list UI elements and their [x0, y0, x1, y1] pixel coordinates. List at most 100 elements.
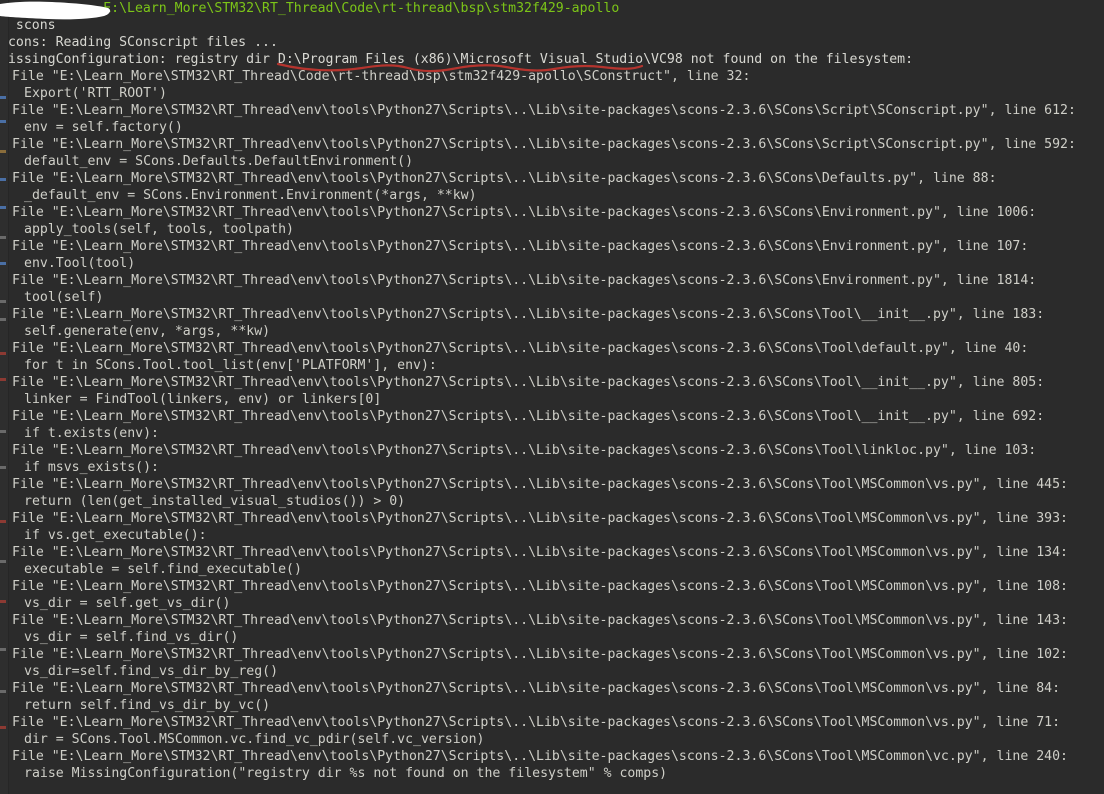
- traceback-file-text: File "E:\Learn_More\STM32\RT_Thread\env\…: [12, 579, 1068, 594]
- traceback-code-text: _default_env = SCons.Environment.Environ…: [24, 188, 477, 203]
- terminal-output-area[interactable]: E:\Learn_More\STM32\RT_Thread\Code\rt-th…: [0, 0, 1104, 794]
- traceback-code-text: return self.find_vs_dir_by_vc(): [24, 698, 270, 713]
- traceback-code-line: executable = self.find_executable(): [0, 561, 1104, 578]
- traceback-file-text: File "E:\Learn_More\STM32\RT_Thread\env\…: [12, 477, 1068, 492]
- cwd-path-text: E:\Learn_More\STM32\RT_Thread\Code\rt-th…: [103, 1, 619, 16]
- traceback-code-text: self.generate(env, *args, **kw): [24, 324, 270, 339]
- traceback-code-text: executable = self.find_executable(): [24, 562, 302, 577]
- gutter-marker-tick: [0, 726, 6, 729]
- traceback-code-line: _default_env = SCons.Environment.Environ…: [0, 187, 1104, 204]
- traceback-file-text: File "E:\Learn_More\STM32\RT_Thread\env\…: [12, 409, 1044, 424]
- missing-configuration-error-line: MissingConfiguration: registry dir D:\Pr…: [0, 51, 1104, 68]
- gutter-marker-tick: [0, 150, 6, 153]
- traceback-code-line: if msvs_exists():: [0, 459, 1104, 476]
- gutter-marker-tick: [0, 300, 6, 303]
- traceback-file-line: File "E:\Learn_More\STM32\RT_Thread\env\…: [0, 544, 1104, 561]
- traceback-file-text: File "E:\Learn_More\STM32\RT_Thread\env\…: [12, 341, 1028, 356]
- gutter-marker-tick: [0, 352, 6, 355]
- traceback-file-text: File "E:\Learn_More\STM32\RT_Thread\env\…: [12, 273, 1036, 288]
- gutter-marker-tick: [0, 236, 6, 239]
- terminal-window[interactable]: E:\Learn_More\STM32\RT_Thread\Code\rt-th…: [0, 0, 1104, 794]
- traceback-code-line: tool(self): [0, 289, 1104, 306]
- traceback-file-text: File "E:\Learn_More\STM32\RT_Thread\env\…: [12, 443, 1036, 458]
- traceback-file-line: File "E:\Learn_More\STM32\RT_Thread\env\…: [0, 442, 1104, 459]
- gutter-marker-tick: [0, 648, 6, 651]
- traceback-code-line: return (len(get_installed_visual_studios…: [0, 493, 1104, 510]
- traceback-file-line: File "E:\Learn_More\STM32\RT_Thread\env\…: [0, 374, 1104, 391]
- gutter-marker-tick: [0, 378, 6, 381]
- traceback-code-line: for t in SCons.Tool.tool_list(env['PLATF…: [0, 357, 1104, 374]
- traceback-code-text: vs_dir=self.find_vs_dir_by_reg(): [24, 664, 278, 679]
- traceback-code-text: return (len(get_installed_visual_studios…: [24, 494, 405, 509]
- traceback-file-line: File "E:\Learn_More\STM32\RT_Thread\env\…: [0, 306, 1104, 323]
- gutter-marker-tick: [0, 178, 6, 181]
- traceback-file-text: File "E:\Learn_More\STM32\RT_Thread\env\…: [12, 613, 1068, 628]
- marker-gutter[interactable]: [0, 0, 9, 794]
- traceback-code-line: env.Tool(tool): [0, 255, 1104, 272]
- traceback-code-line: vs_dir = self.get_vs_dir(): [0, 595, 1104, 612]
- traceback-file-line: File "E:\Learn_More\STM32\RT_Thread\env\…: [0, 612, 1104, 629]
- traceback-file-text: File "E:\Learn_More\STM32\RT_Thread\env\…: [12, 511, 1068, 526]
- traceback-code-text: if msvs_exists():: [24, 460, 159, 475]
- traceback-code-line: vs_dir = self.find_vs_dir(): [0, 629, 1104, 646]
- traceback-file-line: File "E:\Learn_More\STM32\RT_Thread\env\…: [0, 748, 1104, 765]
- traceback-code-text: linker = FindTool(linkers, env) or linke…: [24, 392, 381, 407]
- traceback-code-text: vs_dir = self.get_vs_dir(): [24, 596, 230, 611]
- traceback-code-line: env = self.factory(): [0, 119, 1104, 136]
- gutter-marker-tick: [0, 520, 6, 523]
- traceback-file-text: File "E:\Learn_More\STM32\RT_Thread\env\…: [12, 239, 1028, 254]
- traceback-code-text: dir = SCons.Tool.MSCommon.vc.find_vc_pdi…: [24, 732, 485, 747]
- traceback-file-text: File "E:\Learn_More\STM32\RT_Thread\Code…: [12, 69, 750, 84]
- traceback-code-text: if vs.get_executable():: [24, 528, 207, 543]
- traceback-file-text: File "E:\Learn_More\STM32\RT_Thread\env\…: [12, 171, 997, 186]
- traceback-code-text: raise MissingConfiguration("registry dir…: [24, 766, 667, 781]
- traceback-code-line: Export('RTT_ROOT'): [0, 85, 1104, 102]
- traceback-code-text: apply_tools(self, tools, toolpath): [24, 222, 294, 237]
- traceback-code-text: env.Tool(tool): [24, 256, 135, 271]
- traceback-file-line: File "E:\Learn_More\STM32\RT_Thread\env\…: [0, 340, 1104, 357]
- command-text: scons: [16, 18, 56, 33]
- traceback-code-line: vs_dir=self.find_vs_dir_by_reg(): [0, 663, 1104, 680]
- prompt-prefix-redacted: [0, 1, 103, 16]
- traceback-file-text: File "E:\Learn_More\STM32\RT_Thread\env\…: [12, 137, 1076, 152]
- gutter-marker-tick: [0, 560, 6, 563]
- traceback-code-line: if t.exists(env):: [0, 425, 1104, 442]
- traceback-file-line: File "E:\Learn_More\STM32\RT_Thread\env\…: [0, 170, 1104, 187]
- traceback-code-line: return self.find_vs_dir_by_vc(): [0, 697, 1104, 714]
- traceback-file-line: File "E:\Learn_More\STM32\RT_Thread\env\…: [0, 578, 1104, 595]
- traceback-code-text: for t in SCons.Tool.tool_list(env['PLATF…: [24, 358, 437, 373]
- traceback-file-text: File "E:\Learn_More\STM32\RT_Thread\env\…: [12, 307, 1044, 322]
- gutter-marker-tick: [0, 262, 6, 265]
- traceback-file-text: File "E:\Learn_More\STM32\RT_Thread\env\…: [12, 103, 1076, 118]
- traceback-file-line: File "E:\Learn_More\STM32\RT_Thread\env\…: [0, 510, 1104, 527]
- traceback-file-line: File "E:\Learn_More\STM32\RT_Thread\env\…: [0, 136, 1104, 153]
- traceback-code-line: apply_tools(self, tools, toolpath): [0, 221, 1104, 238]
- command-prompt-line: > scons: [0, 17, 1104, 34]
- traceback-file-text: File "E:\Learn_More\STM32\RT_Thread\env\…: [12, 375, 1044, 390]
- traceback-file-text: File "E:\Learn_More\STM32\RT_Thread\env\…: [12, 681, 1060, 696]
- traceback-code-text: if t.exists(env):: [24, 426, 159, 441]
- scons-status-line: scons: Reading SConscript files ...: [0, 34, 1104, 51]
- traceback-file-line: File "E:\Learn_More\STM32\RT_Thread\env\…: [0, 408, 1104, 425]
- traceback-file-line: File "E:\Learn_More\STM32\RT_Thread\env\…: [0, 238, 1104, 255]
- gutter-marker-tick: [0, 430, 6, 433]
- traceback-file-line: File "E:\Learn_More\STM32\RT_Thread\env\…: [0, 714, 1104, 731]
- traceback-code-text: tool(self): [24, 290, 103, 305]
- traceback-code-line: self.generate(env, *args, **kw): [0, 323, 1104, 340]
- gutter-marker-tick: [0, 690, 6, 693]
- traceback-file-text: File "E:\Learn_More\STM32\RT_Thread\env\…: [12, 715, 1060, 730]
- traceback-file-text: File "E:\Learn_More\STM32\RT_Thread\env\…: [12, 205, 1036, 220]
- traceback-file-line: File "E:\Learn_More\STM32\RT_Thread\env\…: [0, 204, 1104, 221]
- traceback-file-text: File "E:\Learn_More\STM32\RT_Thread\env\…: [12, 545, 1068, 560]
- gutter-marker-tick: [0, 96, 6, 99]
- gutter-marker-tick: [0, 466, 6, 469]
- traceback-file-line: File "E:\Learn_More\STM32\RT_Thread\env\…: [0, 646, 1104, 663]
- scons-status-text: scons: Reading SConscript files ...: [0, 35, 278, 50]
- missing-configuration-error-text: MissingConfiguration: registry dir D:\Pr…: [0, 52, 913, 67]
- gutter-marker-tick: [0, 206, 6, 209]
- traceback-code-line: default_env = SCons.Defaults.DefaultEnvi…: [0, 153, 1104, 170]
- traceback-code-line: dir = SCons.Tool.MSCommon.vc.find_vc_pdi…: [0, 731, 1104, 748]
- traceback-code-line: linker = FindTool(linkers, env) or linke…: [0, 391, 1104, 408]
- gutter-marker-tick: [0, 600, 6, 603]
- traceback-file-line: File "E:\Learn_More\STM32\RT_Thread\env\…: [0, 680, 1104, 697]
